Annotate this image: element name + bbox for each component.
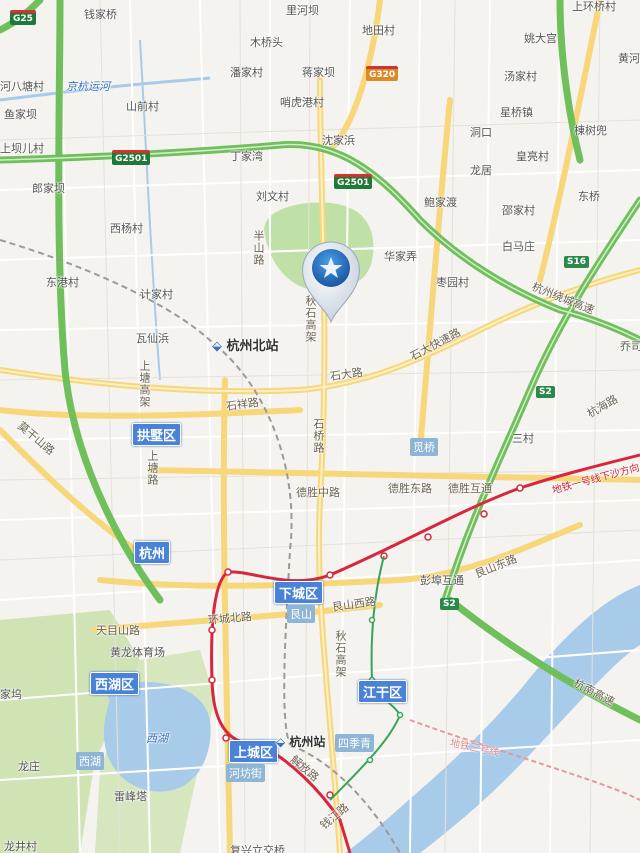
water-xihu-label: 西湖	[146, 732, 168, 745]
place-label: 黄河	[618, 52, 640, 65]
shield-s16: S16	[564, 256, 590, 268]
place-label: 哨虎港村	[280, 96, 324, 109]
place-label: 星桥镇	[500, 106, 533, 119]
poi-genshan[interactable]: 艮山	[287, 605, 315, 623]
road-desheng-mid: 德胜中路	[296, 486, 340, 499]
place-label: 山前村	[126, 100, 159, 113]
place-label: 邵家村	[502, 204, 535, 217]
district-xihu[interactable]: 西湖区	[90, 672, 140, 695]
place-label: 河八塘村	[0, 80, 44, 93]
place-label: 雷峰塔	[114, 790, 147, 803]
location-pin[interactable]	[298, 238, 364, 324]
station-hangzhou-north-label: 杭州北站	[226, 339, 279, 354]
poi-hefang[interactable]: 河坊街	[226, 764, 265, 782]
poi-jueqiao[interactable]: 觅桥	[410, 438, 438, 456]
district-xiacheng[interactable]: 下城区	[274, 581, 324, 604]
station-icon: ⬙	[276, 735, 286, 749]
station-hangzhou-north[interactable]: ⬙ 杭州北站	[212, 340, 279, 353]
place-label: 三村	[512, 432, 534, 445]
place-label: 郎家坝	[32, 182, 65, 195]
district-jianggan[interactable]: 江干区	[358, 680, 408, 703]
place-label: 鱼家坝	[4, 108, 37, 121]
place-label: 华家弄	[384, 250, 417, 263]
place-label: 黄龙体育场	[110, 646, 165, 659]
district-gongshu[interactable]: 拱墅区	[132, 423, 182, 446]
shield-s2-south: S2	[440, 598, 459, 610]
place-label: 龙庄	[18, 760, 40, 773]
place-label: 东港村	[46, 276, 79, 289]
place-label: 枣园村	[436, 276, 469, 289]
road-shiqiao: 石桥路	[312, 418, 325, 454]
place-label: 白马庄	[502, 240, 535, 253]
place-label: 钱家桥	[84, 8, 117, 21]
road-banshan: 半山路	[252, 230, 265, 266]
road-desheng-interchange: 德胜互通	[448, 482, 492, 495]
place-label: 瓦仙浜	[136, 332, 169, 345]
poi-sijiqing[interactable]: 四季青	[335, 734, 374, 752]
place-label: 地田村	[362, 24, 395, 37]
place-label: 刘文村	[256, 190, 289, 203]
place-label: 西杨村	[110, 222, 143, 235]
station-icon: ⬙	[212, 339, 222, 354]
place-label: 沈家浜	[322, 134, 355, 147]
place-label: 计家村	[140, 288, 173, 301]
place-label: 龙居	[470, 164, 492, 177]
place-label: 家坞	[0, 688, 22, 701]
place-label: 棟树兜	[574, 124, 607, 137]
place-label: 汤家村	[504, 70, 537, 83]
water-canal-label: 京杭运河	[66, 80, 110, 93]
road-desheng-east: 德胜东路	[388, 482, 432, 495]
place-label: 复兴立交桥	[230, 844, 285, 853]
place-label: 上坝儿村	[0, 142, 44, 155]
place-label: 丁家湾	[230, 150, 263, 163]
road-shangtang: 上塘路	[146, 450, 159, 486]
shield-s2-east: S2	[536, 386, 555, 398]
shield-g25: G25	[10, 10, 36, 25]
road-shangtang-elevated: 上塘高架	[138, 360, 151, 408]
place-label: 东桥	[578, 190, 600, 203]
place-label: 蒋家坝	[302, 66, 335, 79]
map-canvas[interactable]: G25 G2501 G2501 G320 S16 S2 S2 拱墅区 杭州 下城…	[0, 0, 640, 853]
shield-g320: G320	[366, 66, 399, 81]
place-label: 乔司	[620, 340, 640, 353]
place-label: 姚大宫	[524, 32, 557, 45]
place-label: 彭埠互通	[420, 574, 464, 587]
shield-g2501-east: G2501	[334, 174, 373, 189]
place-label: 上环桥村	[572, 0, 616, 13]
shield-g2501-west: G2501	[112, 150, 151, 165]
place-label: 龙井村	[4, 840, 37, 853]
poi-xihu[interactable]: 西湖	[76, 752, 104, 770]
location-pin-icon	[302, 241, 360, 324]
place-label: 鲍家渡	[424, 196, 457, 209]
district-hangzhou[interactable]: 杭州	[134, 541, 171, 564]
place-label: 洞口	[470, 126, 492, 139]
station-hangzhou-label: 杭州站	[289, 735, 326, 749]
place-label: 木桥头	[250, 36, 283, 49]
district-shangcheng[interactable]: 上城区	[229, 740, 279, 763]
place-label: 皇亮村	[516, 150, 549, 163]
place-label: 潘家村	[230, 66, 263, 79]
place-label: 里河坝	[286, 4, 319, 17]
road-tianmushan: 天目山路	[96, 624, 140, 637]
station-hangzhou[interactable]: ⬙ 杭州站	[276, 736, 325, 749]
road-qiushi-south: 秋石高架	[334, 630, 347, 678]
